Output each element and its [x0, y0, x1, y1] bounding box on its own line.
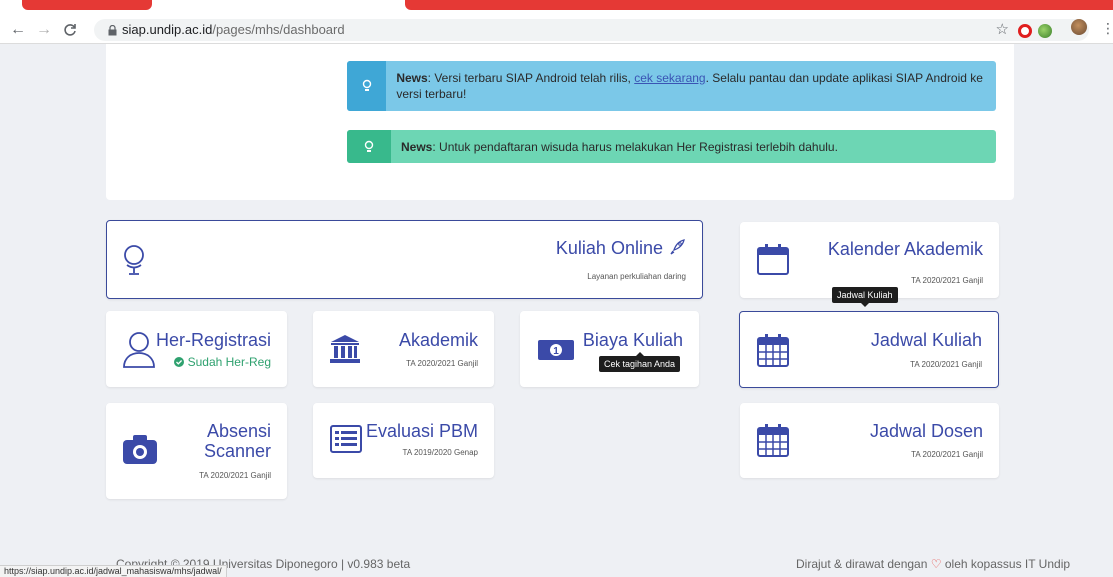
user-icon — [122, 331, 156, 374]
tile-evaluasi-pbm[interactable]: Evaluasi PBM TA 2019/2020 Genap — [313, 403, 494, 478]
globe-icon — [123, 243, 145, 282]
calendar-grid-icon — [756, 332, 790, 373]
url-path: /pages/mhs/dashboard — [212, 22, 345, 37]
tile-subtitle: TA 2019/2020 Genap — [402, 448, 478, 457]
news-text: : Untuk pendaftaran wisuda harus melakuk… — [432, 139, 838, 154]
tile-title: Absensi Scanner — [203, 421, 271, 461]
tile-title: Evaluasi PBM — [365, 421, 478, 441]
list-icon — [330, 425, 362, 458]
browser-toolbar: ← → siap.undip.ac.id/pages/mhs/dashboard… — [0, 16, 1113, 44]
tile-title: Kalender Akademik — [827, 239, 983, 259]
tile-kuliah-online[interactable]: Kuliah Online Layanan perkuliahan daring — [106, 220, 703, 299]
tile-her-registrasi[interactable]: Her-Registrasi Sudah Her-Reg — [106, 311, 287, 387]
tile-subtitle: Layanan perkuliahan daring — [587, 272, 686, 281]
menu-kebab-icon[interactable]: ⋮ — [1101, 20, 1113, 37]
tile-subtitle: TA 2020/2021 Ganjil — [911, 276, 983, 285]
tile-absensi-scanner[interactable]: Absensi Scanner TA 2020/2021 Ganjil — [106, 403, 287, 499]
lightbulb-icon — [347, 130, 391, 163]
tile-title: Her-Registrasi — [155, 330, 271, 350]
heart-icon: ♡ — [930, 557, 942, 571]
tile-title: Kuliah Online — [556, 238, 686, 259]
active-tab-indicator[interactable] — [405, 0, 1113, 10]
url-host: siap.undip.ac.id — [122, 22, 213, 37]
tooltip-jadwal-kuliah: Jadwal Kuliah — [832, 287, 898, 307]
footer-credit: Dirajut & dirawat dengan ♡ oleh kopassus… — [796, 557, 1071, 571]
tile-jadwal-kuliah[interactable]: Jadwal Kuliah TA 2020/2021 Ganjil — [739, 311, 999, 388]
news-label: News — [401, 139, 433, 154]
back-icon[interactable]: ← — [8, 20, 28, 40]
tile-subtitle: TA 2020/2021 Ganjil — [910, 360, 982, 369]
news-wisuda: News: Untuk pendaftaran wisuda harus mel… — [347, 130, 996, 163]
bookmark-star-icon[interactable]: ☆ — [996, 19, 1009, 41]
address-bar[interactable]: siap.undip.ac.id/pages/mhs/dashboard ☆ — [94, 19, 1089, 41]
calendar-icon — [756, 242, 790, 281]
reload-icon[interactable] — [60, 20, 80, 40]
opera-extension-icon[interactable] — [1018, 24, 1032, 38]
lightbulb-icon — [347, 61, 387, 111]
money-bill-icon: 1 — [537, 339, 575, 366]
lock-icon[interactable] — [108, 19, 117, 44]
url-text: siap.undip.ac.id/pages/mhs/dashboard — [122, 19, 345, 41]
tile-biaya-kuliah[interactable]: 1 Biaya Kuliah — [520, 311, 699, 387]
tile-subtitle: TA 2020/2021 Ganjil — [199, 471, 271, 480]
tile-title: Biaya Kuliah — [582, 330, 683, 350]
cek-sekarang-link[interactable]: cek sekarang — [634, 71, 705, 85]
rocket-icon — [670, 239, 685, 255]
tab-indicator[interactable] — [22, 0, 152, 10]
camera-icon — [122, 433, 158, 470]
tile-title: Jadwal Dosen — [869, 421, 983, 441]
forward-icon[interactable]: → — [34, 20, 54, 40]
check-circle-icon — [174, 357, 185, 367]
news-android: News: Versi terbaru SIAP Android telah r… — [347, 61, 996, 111]
news-wisuda-text: News: Untuk pendaftaran wisuda harus mel… — [391, 130, 848, 163]
tile-title: Akademik — [398, 330, 478, 350]
tile-jadwal-dosen[interactable]: Jadwal Dosen TA 2020/2021 Ganjil — [740, 403, 999, 478]
news-android-text: News: Versi terbaru SIAP Android telah r… — [386, 61, 996, 111]
tab-strip — [0, 0, 1113, 16]
profile-avatar[interactable] — [1071, 19, 1087, 35]
tile-akademik[interactable]: Akademik TA 2020/2021 Ganjil — [313, 311, 494, 387]
institution-icon — [329, 333, 361, 370]
her-reg-status: Sudah Her-Reg — [174, 355, 271, 369]
tile-title: Jadwal Kuliah — [870, 330, 982, 350]
status-url: https://siap.undip.ac.id/jadwal_mahasisw… — [0, 565, 227, 577]
calendar-grid-icon — [756, 422, 790, 463]
tooltip-biaya: Cek tagihan Anda — [599, 352, 681, 372]
globe-extension-icon[interactable] — [1038, 24, 1052, 38]
tile-subtitle: TA 2020/2021 Ganjil — [406, 359, 478, 368]
news-text-pre: : Versi terbaru SIAP Android telah rilis… — [427, 71, 635, 85]
svg-text:1: 1 — [553, 346, 559, 357]
tile-subtitle: TA 2020/2021 Ganjil — [911, 450, 983, 459]
news-label: News — [396, 71, 428, 85]
